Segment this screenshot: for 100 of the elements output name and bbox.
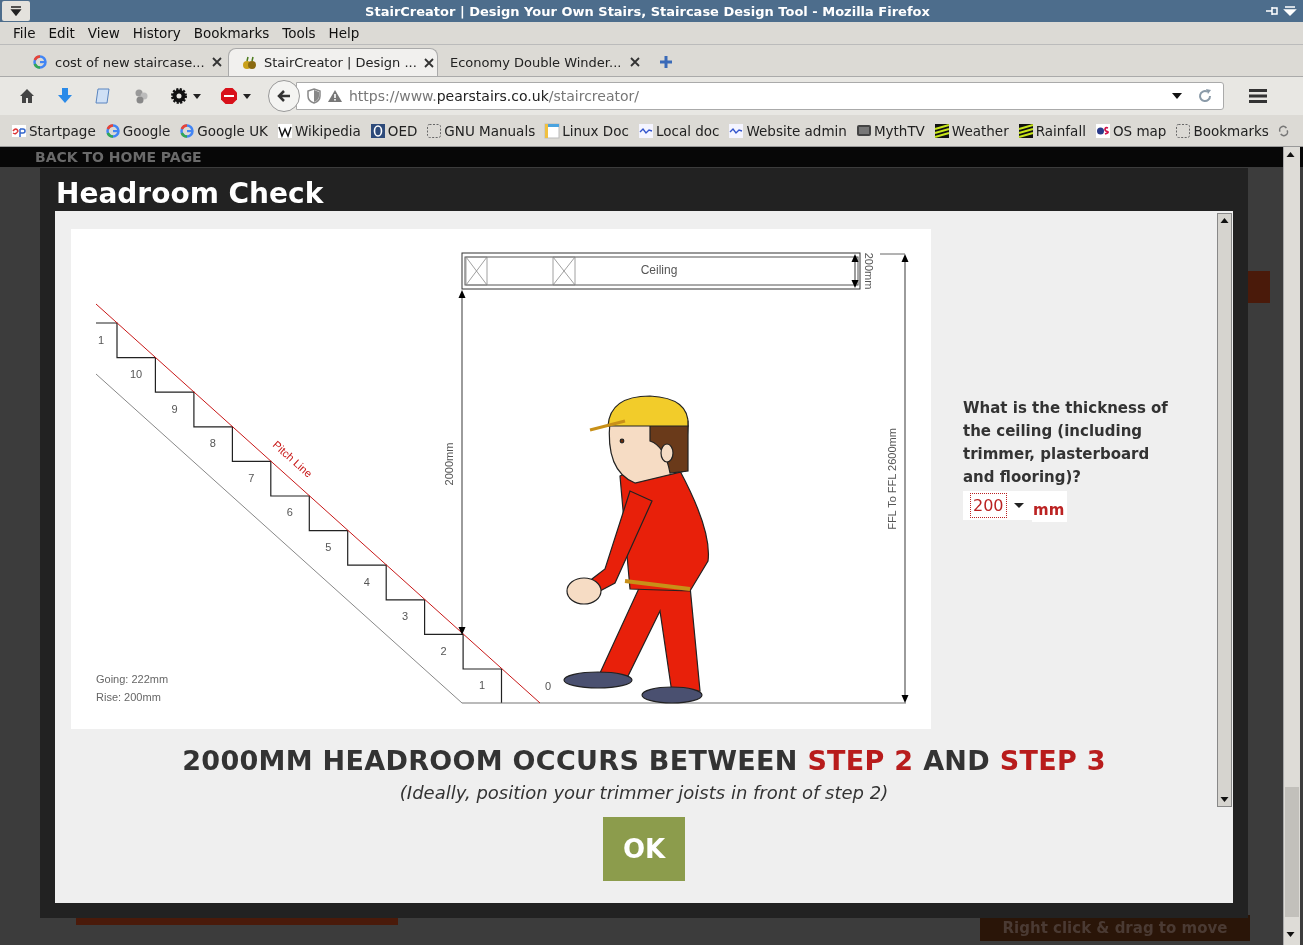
- favicon-icon: [11, 122, 27, 139]
- window-menu-button[interactable]: [2, 1, 30, 21]
- browser-tab[interactable]: StairCreator | Design ...: [228, 48, 438, 76]
- caret-icon: [10, 6, 22, 16]
- step-number: 10: [129, 368, 143, 380]
- favicon-icon: [728, 122, 745, 139]
- headroom-result: AND: [922, 745, 991, 776]
- unit-label: mm: [1032, 491, 1068, 522]
- step-number: 9: [171, 402, 178, 415]
- favicon-icon: [241, 54, 257, 71]
- ceiling-thickness-label: 200mm: [863, 252, 875, 290]
- step-number: 0: [544, 680, 552, 692]
- favicon-icon: [855, 122, 872, 139]
- shade-icon[interactable]: [1283, 5, 1297, 17]
- menu-item[interactable]: File: [13, 25, 36, 41]
- window-title: StairCreator | Design Your Own Stairs, Staircase Design Tool - Mozilla Firefox: [364, 3, 931, 19]
- bookmark-item[interactable]: GNU Manuals: [426, 122, 536, 139]
- close-icon[interactable]: [423, 57, 434, 68]
- favicon-icon: [1175, 122, 1192, 139]
- pin-icon[interactable]: [1265, 5, 1279, 17]
- menu-item[interactable]: Edit: [48, 25, 75, 41]
- bookmark-item[interactable]: Website admin: [728, 122, 847, 139]
- step-number: 4: [363, 575, 370, 588]
- step-number: 5: [325, 541, 332, 553]
- step-number: 2: [440, 644, 447, 657]
- headroom-result: 2000MM HEADROOM OCCURS BETWEEN: [182, 745, 799, 776]
- step-highlight: STEP 2: [807, 745, 914, 776]
- favicon-icon: [933, 122, 950, 139]
- step-number: 1: [479, 679, 486, 692]
- reload-icon[interactable]: [1197, 88, 1213, 104]
- bookmark-item[interactable]: Google UK: [179, 122, 268, 139]
- thickness-select[interactable]: 200: [963, 491, 1032, 520]
- step-number: 3: [402, 610, 409, 623]
- browser-tab[interactable]: Economy Double Winder...: [438, 48, 646, 76]
- ceiling-label: Ceiling: [640, 263, 678, 277]
- favicon-icon: [426, 122, 443, 139]
- menu-item[interactable]: Help: [328, 25, 360, 41]
- favicon-icon: [369, 122, 386, 139]
- menu-item[interactable]: Tools: [282, 25, 316, 41]
- close-icon[interactable]: [630, 57, 640, 67]
- bookmark-item[interactable]: Wikipedia: [276, 122, 361, 139]
- dropdown-caret-icon[interactable]: [1171, 91, 1183, 101]
- menu-item[interactable]: History: [132, 25, 181, 41]
- step-number: 8: [209, 437, 216, 450]
- step-number: 7: [248, 471, 255, 484]
- bookmark-item[interactable]: Linux Doc: [544, 122, 629, 139]
- gear-icon[interactable]: [170, 87, 188, 105]
- ceiling-thickness-arrow: [851, 254, 859, 288]
- rise-label: Rise: 200mm: [96, 691, 161, 703]
- favicon-icon: [544, 122, 561, 139]
- favicon-icon: [637, 122, 654, 139]
- favicon-icon: [104, 122, 121, 139]
- bookmark-item[interactable]: Startpage: [11, 122, 96, 139]
- menu-item[interactable]: Bookmarks: [193, 25, 270, 41]
- bookmark-item[interactable]: OS map: [1094, 122, 1167, 139]
- new-tab-icon[interactable]: [658, 54, 674, 70]
- scrollbar[interactable]: [1283, 147, 1300, 945]
- scroll-up-icon[interactable]: [1285, 149, 1296, 160]
- thickness-question: What is the thickness of the ceiling (including trimmer, plasterboard and flooring)?: [963, 398, 1169, 488]
- favicon-icon: [179, 122, 196, 139]
- back-to-home-link[interactable]: BACK TO HOME PAGE: [35, 151, 202, 163]
- bookmark-item[interactable]: Bookmarks: [1175, 122, 1269, 139]
- browser-tab[interactable]: cost of new staircase...: [20, 48, 228, 76]
- scroll-icon[interactable]: [94, 87, 112, 105]
- back-arrow-icon: [276, 88, 292, 104]
- step-number: 1: [97, 334, 105, 346]
- bookmark-item[interactable]: Google: [104, 122, 171, 139]
- favicon-icon: [32, 54, 48, 70]
- stop-sign-icon[interactable]: [220, 87, 238, 105]
- background-panel: [1248, 271, 1270, 303]
- bookmark-item[interactable]: OED: [369, 122, 418, 139]
- scroll-down-icon[interactable]: [1285, 929, 1296, 940]
- floor-to-floor-label: FFL To FFL 2600mm: [886, 428, 898, 530]
- home-icon[interactable]: [18, 87, 36, 105]
- going-label: Going: 222mm: [96, 673, 169, 685]
- scroll-down-icon[interactable]: [1219, 794, 1230, 805]
- step-number: 6: [286, 506, 293, 519]
- address-field[interactable]: https://www.pearstairs.co.uk/staircreator/: [296, 82, 1224, 110]
- shield-icon[interactable]: [307, 88, 321, 104]
- trimmer-hint: (Ideally, position your trimmer joists in front of step 2): [399, 782, 889, 803]
- warning-icon: [327, 89, 343, 103]
- headroom-label: 2000mm: [443, 442, 455, 486]
- caret-icon: [1013, 501, 1024, 510]
- bookmark-item[interactable]: MythTV: [855, 122, 925, 139]
- menu-item[interactable]: View: [87, 25, 120, 41]
- scrollbar[interactable]: [1217, 213, 1232, 807]
- bookmark-item[interactable]: Rainfall: [1017, 122, 1086, 139]
- favicon-icon: [1094, 122, 1111, 139]
- step-highlight: STEP 3: [999, 745, 1106, 776]
- bookmark-item[interactable]: Local doc: [637, 122, 720, 139]
- close-icon[interactable]: [212, 57, 222, 67]
- favicon-icon: [276, 122, 293, 139]
- favicon-icon: [1017, 122, 1034, 139]
- dialog-title: Headroom Check: [55, 176, 325, 211]
- menu-icon[interactable]: [1248, 88, 1268, 104]
- bookmark-item[interactable]: Weather: [933, 122, 1009, 139]
- scroll-up-icon[interactable]: [1219, 215, 1230, 226]
- back-button[interactable]: [268, 80, 300, 112]
- scrollbar-thumb[interactable]: [1285, 787, 1299, 917]
- download-icon[interactable]: [56, 87, 74, 105]
